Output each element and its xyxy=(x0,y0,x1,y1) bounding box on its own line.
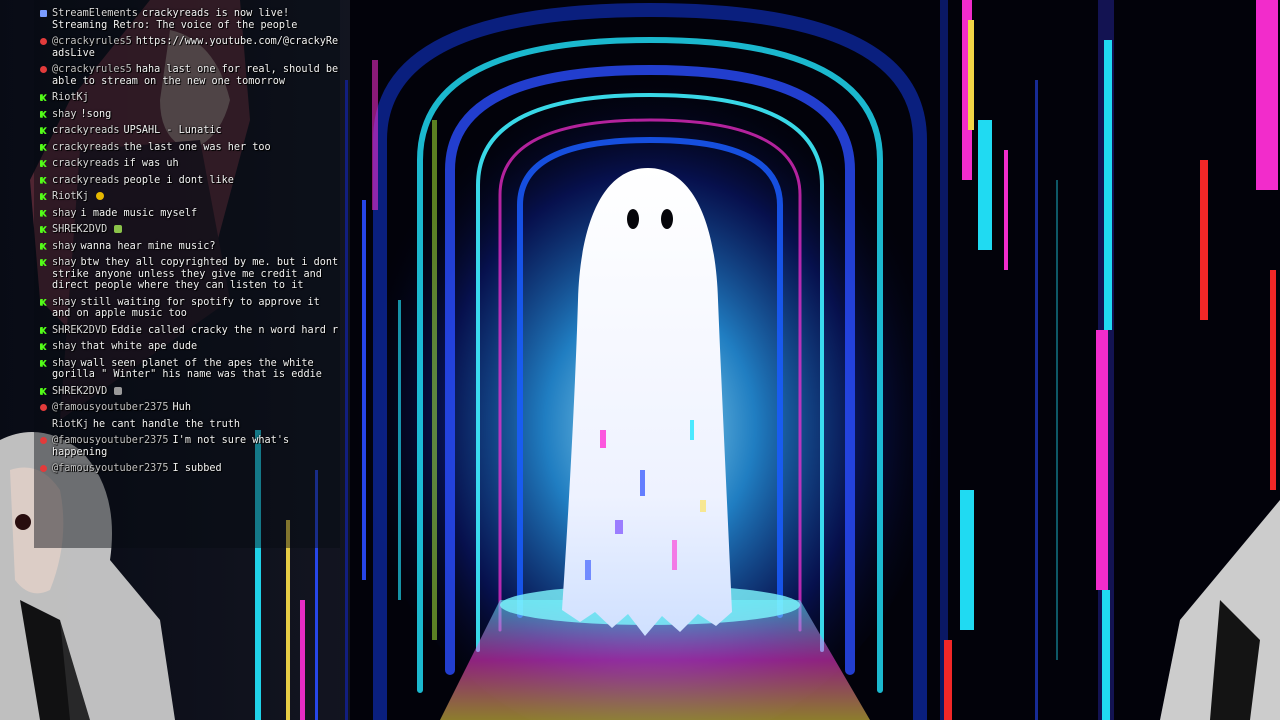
kick-badge-icon xyxy=(40,143,47,151)
chat-username[interactable]: SHREK2DVD xyxy=(52,325,107,336)
chat-message: RiotKj xyxy=(40,92,340,104)
chat-message: shay btw they all copyrighted by me. but … xyxy=(40,257,340,292)
kick-badge-icon xyxy=(40,343,47,351)
youtube-badge-icon xyxy=(40,437,47,445)
ghost-figure xyxy=(562,168,732,636)
chat-message: shay i made music myself xyxy=(40,208,340,220)
chat-message: StreamElements crackyreads is now live! S… xyxy=(40,8,340,31)
chat-text: if was uh xyxy=(123,158,179,170)
chat-username[interactable]: @famousyoutuber2375 xyxy=(52,435,169,446)
chat-message: RiotKj xyxy=(40,191,340,203)
kick-badge-icon xyxy=(40,359,47,367)
chat-username[interactable]: shay xyxy=(52,358,77,369)
chat-username[interactable]: crackyreads xyxy=(52,158,119,169)
chat-message: shay still waiting for spotify to approve… xyxy=(40,297,340,320)
chat-message: crackyreads the last one was her too xyxy=(40,142,340,154)
chat-message: @famousyoutuber2375 I subbed xyxy=(40,463,340,475)
chat-message: shay wall seen planet of the apes the whi… xyxy=(40,358,340,381)
chat-text: people i dont like xyxy=(123,174,234,186)
emote-icon xyxy=(95,192,104,201)
chat-text: i made music myself xyxy=(80,207,198,219)
kick-badge-icon xyxy=(40,298,47,306)
chat-message: shay that white ape dude xyxy=(40,341,340,353)
chat-message-list: StreamElements crackyreads is now live! S… xyxy=(40,8,340,480)
chat-text: I subbed xyxy=(172,463,222,475)
chat-message: crackyreads UPSAHL - Lunatic xyxy=(40,125,340,137)
kick-badge-icon xyxy=(40,176,47,184)
chat-message: SHREK2DVD xyxy=(40,386,340,398)
streamelements-badge-icon xyxy=(40,10,47,17)
youtube-badge-icon xyxy=(40,404,47,412)
kick-badge-icon xyxy=(40,259,47,267)
chat-message: @crackyrules5 haha last one for real, sho… xyxy=(40,64,340,87)
kick-badge-icon xyxy=(40,94,47,102)
youtube-badge-icon xyxy=(40,465,47,473)
chat-message: @crackyrules5 https://www.youtube.com/@cr… xyxy=(40,36,340,59)
chat-username[interactable]: shay xyxy=(52,297,77,308)
stream-overlay: StreamElements crackyreads is now live! S… xyxy=(0,0,1280,720)
chat-message: SHREK2DVD Eddie called cracky the n word … xyxy=(40,325,340,337)
kick-badge-icon xyxy=(40,160,47,168)
kick-badge-icon xyxy=(40,226,47,234)
chat-text: he cant handle the truth xyxy=(92,418,241,430)
chat-username[interactable]: @famousyoutuber2375 xyxy=(52,463,169,474)
chat-text: Eddie called cracky the n word hard r xyxy=(111,324,339,336)
kick-badge-icon xyxy=(40,110,47,118)
kick-badge-icon xyxy=(40,127,47,135)
emote-icon xyxy=(114,225,123,234)
chat-text: btw they all copyrighted by me. but i do… xyxy=(52,257,339,292)
chat-username[interactable]: SHREK2DVD xyxy=(52,386,107,397)
kick-badge-icon xyxy=(40,193,47,201)
chat-text: wall seen planet of the apes the white g… xyxy=(52,357,322,381)
kick-badge-icon xyxy=(40,242,47,250)
chat-username[interactable]: @crackyrules5 xyxy=(52,64,132,75)
chat-text: still waiting for spotify to approve it … xyxy=(52,296,320,320)
chat-message: crackyreads people i dont like xyxy=(40,175,340,187)
chat-text: UPSAHL - Lunatic xyxy=(123,125,222,137)
chat-message: shay !song xyxy=(40,109,340,121)
chat-username[interactable]: RiotKj xyxy=(52,92,89,103)
chat-username[interactable]: SHREK2DVD xyxy=(52,224,107,235)
kick-badge-icon xyxy=(40,209,47,217)
chat-text: Huh xyxy=(172,402,191,414)
chat-message: @famousyoutuber2375 Huh xyxy=(40,402,340,414)
emote-icon xyxy=(114,386,123,395)
chat-message: SHREK2DVD xyxy=(40,224,340,236)
chat-message: crackyreads if was uh xyxy=(40,158,340,170)
youtube-badge-icon xyxy=(40,38,47,46)
youtube-badge-icon xyxy=(40,66,47,74)
chat-username[interactable]: RiotKj xyxy=(52,191,89,202)
chat-username[interactable]: shay xyxy=(52,208,77,219)
chat-username[interactable]: shay xyxy=(52,241,77,252)
kick-badge-icon xyxy=(40,326,47,334)
chat-text: !song xyxy=(80,108,112,120)
chat-text: wanna hear mine music? xyxy=(80,240,216,252)
chat-username[interactable]: crackyreads xyxy=(52,175,119,186)
chat-text: the last one was her too xyxy=(123,141,271,153)
chat-username[interactable]: @famousyoutuber2375 xyxy=(52,402,169,413)
chat-message: shay wanna hear mine music? xyxy=(40,241,340,253)
chat-username[interactable]: shay xyxy=(52,109,77,120)
chat-username[interactable]: shay xyxy=(52,341,77,352)
chat-panel: StreamElements crackyreads is now live! S… xyxy=(34,0,340,548)
chat-username[interactable]: @crackyrules5 xyxy=(52,36,132,47)
chat-text: that white ape dude xyxy=(80,341,198,353)
chat-message: RiotKj he cant handle the truth xyxy=(40,419,340,431)
chat-message: @famousyoutuber2375 I'm not sure what's h… xyxy=(40,435,340,458)
chat-username[interactable]: shay xyxy=(52,257,77,268)
kick-badge-icon xyxy=(40,387,47,395)
chat-username[interactable]: RiotKj xyxy=(52,419,89,430)
chat-username[interactable]: StreamElements xyxy=(52,8,138,19)
chat-username[interactable]: crackyreads xyxy=(52,125,119,136)
chat-username[interactable]: crackyreads xyxy=(52,142,119,153)
